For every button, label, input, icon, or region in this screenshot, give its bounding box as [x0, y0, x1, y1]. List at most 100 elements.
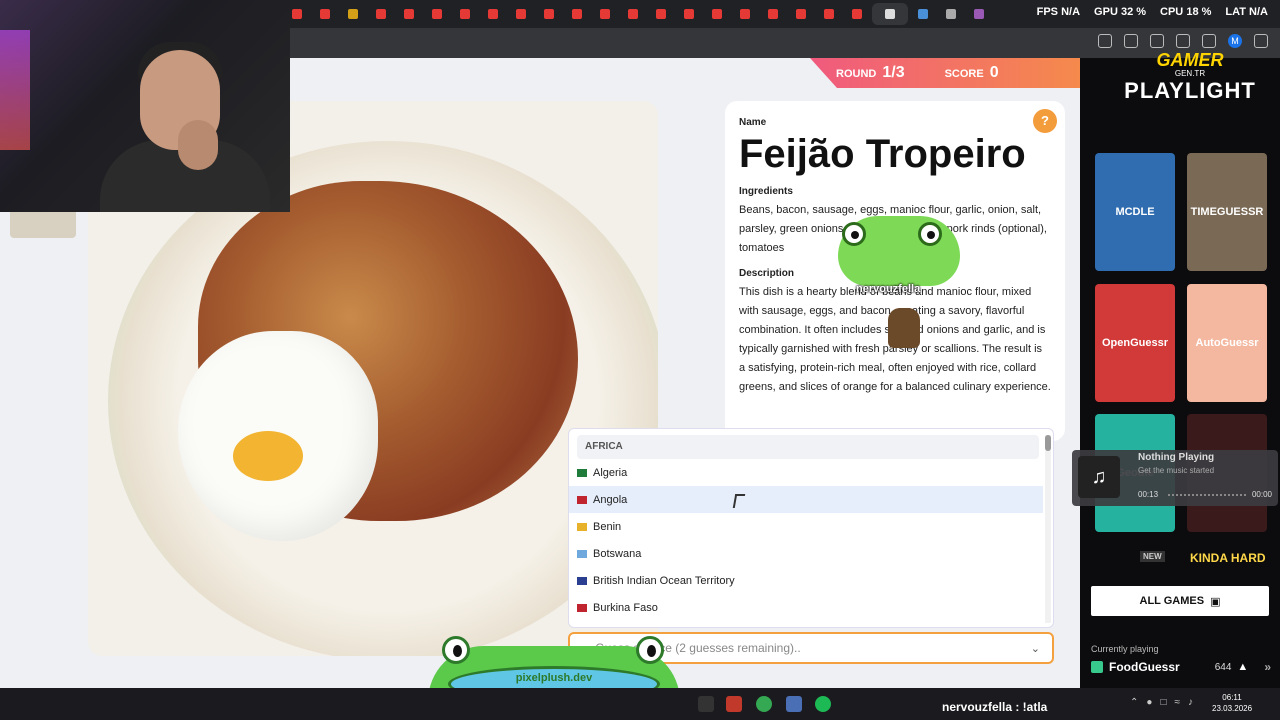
help-icon[interactable]: ?: [1033, 109, 1057, 133]
extensions-icon[interactable]: [1176, 34, 1190, 48]
flag-icon: [577, 495, 587, 504]
like-count: 644: [1214, 661, 1232, 673]
epic-games-icon[interactable]: [698, 696, 714, 712]
network-icon[interactable]: □: [1160, 697, 1166, 708]
country-option[interactable]: Angola: [569, 486, 1043, 513]
tab-favicon-icon: [796, 9, 806, 19]
tab-favicon-icon: [320, 9, 330, 19]
dropdown-scrollbar[interactable]: [1045, 435, 1051, 623]
microphone-icon[interactable]: ●: [1146, 697, 1152, 708]
country-option[interactable]: British Indian Ocean Territory: [569, 567, 1043, 594]
currently-playing-label: Currently playing: [1091, 644, 1159, 654]
round-indicator: ROUND 1/3: [836, 64, 905, 81]
cast-icon[interactable]: [1124, 34, 1138, 48]
currently-playing: FoodGuessr 644 ▲ »: [1091, 660, 1271, 674]
dropdown-group-header: AFRICA: [577, 435, 1039, 459]
browser-tab[interactable]: [620, 3, 646, 25]
tab-favicon-icon: [600, 9, 610, 19]
browser-tab[interactable]: [788, 3, 814, 25]
pixel-character: [888, 308, 920, 348]
thumbs-up-icon[interactable]: ▲: [1237, 661, 1248, 673]
tab-favicon-icon: [432, 9, 442, 19]
playlight-logo: GAMER GEN.TR PLAYLIGHT: [1124, 50, 1256, 103]
browser-tab[interactable]: [648, 3, 674, 25]
browser-tab[interactable]: [340, 3, 366, 25]
app-icon[interactable]: [786, 696, 802, 712]
chat-overlay-line: nervouzfella : !atla: [942, 700, 1048, 714]
music-time-elapsed: 00:13: [1138, 490, 1159, 499]
country-option[interactable]: Benin: [569, 513, 1043, 540]
expand-icon[interactable]: »: [1264, 660, 1271, 674]
gpu-stat: GPU 32 %: [1094, 6, 1147, 18]
browser-tab[interactable]: [368, 3, 394, 25]
browser-tab[interactable]: [844, 3, 870, 25]
music-note-icon[interactable]: ♫: [1078, 456, 1120, 498]
tab-favicon-icon: [824, 9, 834, 19]
browser-tab[interactable]: [760, 3, 786, 25]
tab-favicon-icon: [712, 9, 722, 19]
game-tile[interactable]: AutoGuessr: [1187, 284, 1267, 402]
country-option[interactable]: Botswana: [569, 540, 1043, 567]
dish-thumbnail[interactable]: [10, 208, 76, 238]
tab-favicon-icon: [885, 9, 895, 19]
tab-favicon-icon: [516, 9, 526, 19]
browser-tab[interactable]: [592, 3, 618, 25]
browser-tab[interactable]: [312, 3, 338, 25]
chrome-icon[interactable]: [756, 696, 772, 712]
browser-tab[interactable]: [424, 3, 450, 25]
sidebar-icon[interactable]: [1202, 34, 1216, 48]
music-progress-bar[interactable]: [1168, 494, 1248, 496]
browser-tab-active[interactable]: [872, 3, 908, 25]
browser-tab[interactable]: [480, 3, 506, 25]
browser-tab[interactable]: [564, 3, 590, 25]
flag-icon: [577, 576, 587, 585]
tab-favicon-icon: [460, 9, 470, 19]
flag-icon: [577, 522, 587, 531]
translate-icon[interactable]: [1098, 34, 1112, 48]
dish-name: Feijão Tropeiro: [739, 132, 1026, 176]
fps-stat: FPS N/A: [1036, 6, 1081, 18]
tab-favicon-icon: [946, 9, 956, 19]
wifi-icon[interactable]: ≈: [1174, 697, 1180, 708]
menu-icon[interactable]: [1254, 34, 1268, 48]
avatar-name: nervouzfella: [856, 283, 921, 295]
browser-tab[interactable]: [938, 3, 964, 25]
browser-tab[interactable]: [966, 3, 992, 25]
browser-tab[interactable]: [676, 3, 702, 25]
webcam-overlay: [0, 0, 290, 212]
tab-favicon-icon: [544, 9, 554, 19]
browser-tab[interactable]: [396, 3, 422, 25]
tab-favicon-icon: [572, 9, 582, 19]
score-bar: ROUND 1/3 SCORE 0: [810, 58, 1080, 88]
tab-favicon-icon: [852, 9, 862, 19]
volume-icon[interactable]: ♪: [1188, 697, 1193, 708]
ingredients-label: Ingredients: [739, 186, 793, 197]
chevron-up-icon[interactable]: ⌃: [1130, 697, 1138, 708]
browser-tab[interactable]: [508, 3, 534, 25]
game-tile[interactable]: MCDLE: [1095, 153, 1175, 271]
app-icon[interactable]: [726, 696, 742, 712]
country-option[interactable]: Burkina Faso: [569, 594, 1043, 621]
tab-favicon-icon: [488, 9, 498, 19]
browser-tab[interactable]: [816, 3, 842, 25]
tab-favicon-icon: [918, 9, 928, 19]
game-tile[interactable]: TIMEGUESSR: [1187, 153, 1267, 271]
spotify-icon[interactable]: [815, 696, 831, 712]
browser-tab[interactable]: [732, 3, 758, 25]
flag-icon: [577, 549, 587, 558]
frog-avatar-overlay: [838, 216, 960, 286]
country-option[interactable]: Algeria: [569, 459, 1043, 486]
browser-tab[interactable]: [536, 3, 562, 25]
browser-tab[interactable]: [704, 3, 730, 25]
browser-tab[interactable]: [452, 3, 478, 25]
taskbar-clock[interactable]: 06:11 23.03.2026: [1212, 692, 1252, 714]
kinda-hard-title[interactable]: KINDA HARD: [1190, 551, 1266, 565]
country-dropdown[interactable]: AFRICA Algeria Angola Benin Botswana British…: [568, 428, 1054, 628]
country-option-label: British Indian Ocean Territory: [593, 574, 735, 587]
bookmark-star-icon[interactable]: [1150, 34, 1164, 48]
chevron-down-icon[interactable]: ⌄: [1031, 642, 1040, 655]
browser-tab[interactable]: [910, 3, 936, 25]
game-tile[interactable]: OpenGuessr: [1095, 284, 1175, 402]
profile-avatar[interactable]: M: [1228, 34, 1242, 48]
all-games-button[interactable]: ALL GAMES ▣: [1091, 586, 1269, 616]
